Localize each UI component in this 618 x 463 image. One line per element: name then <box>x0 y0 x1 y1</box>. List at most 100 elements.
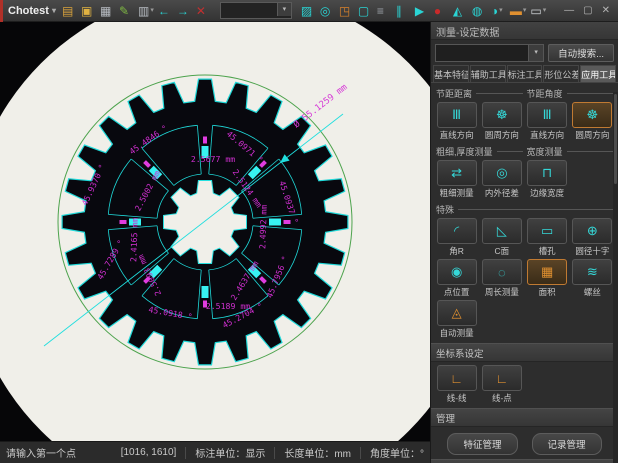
tool-circle-cross[interactable]: ⊕圆径十字 <box>571 218 614 257</box>
feature-manage-button[interactable]: 特征管理 <box>447 433 517 455</box>
tool-perimeter-measure[interactable]: ◌周长测量 <box>480 259 523 298</box>
tool-chamfer[interactable]: ◺C面 <box>480 218 523 257</box>
tool-label: 边缘宽度 <box>530 187 564 199</box>
feature-combobox[interactable]: ▾ <box>435 44 544 62</box>
app-menu-button[interactable]: Chotest ▾ <box>8 5 56 17</box>
minimize-button[interactable]: — <box>564 5 574 16</box>
compare-tool-icon[interactable]: ◍ <box>472 3 487 19</box>
app-title: Chotest <box>8 5 49 17</box>
list-icon[interactable]: ≡ <box>377 3 392 19</box>
width-measure-marker <box>120 220 127 224</box>
circle-cross-icon: ⊕ <box>572 218 612 244</box>
chevron-down-icon[interactable]: ▾ <box>528 45 543 61</box>
manage-buttons-row: 特征管理记录管理 <box>435 433 614 455</box>
spline-bore <box>164 181 247 264</box>
auto-search-button[interactable]: 自动搜索... <box>548 44 614 62</box>
redo-icon[interactable]: → <box>177 3 192 19</box>
record-manage-button[interactable]: 记录管理 <box>532 433 602 455</box>
section-header-thickness: 粗细,厚度测量 宽度测量 <box>436 145 613 158</box>
panel-tab-4[interactable]: 形位公差 <box>543 65 579 82</box>
cursor-coordinates: [1016, 1610] <box>121 447 177 458</box>
tool-pitch-angle-circular[interactable]: ☸圆周方向 <box>571 102 614 141</box>
tool-axis-line-point[interactable]: ∟线-点 <box>480 365 523 404</box>
tool-label: C面 <box>495 245 510 257</box>
tool-thickness-measure[interactable]: ⇄粗细测量 <box>435 160 478 199</box>
magnifier-icon[interactable]: ◎ <box>320 3 335 19</box>
keyboard-icon[interactable]: ▭▾ <box>530 3 546 19</box>
undo-icon[interactable]: ← <box>158 3 173 19</box>
delete-icon[interactable]: ✕ <box>196 3 211 19</box>
slot-hole-icon: ▭ <box>527 218 567 244</box>
perimeter-measure-icon: ◌ <box>482 259 522 285</box>
tool-inner-outer-diameter[interactable]: ◎内外径差 <box>480 160 523 199</box>
tool-label: 粗细测量 <box>440 187 474 199</box>
status-bar: 请输入第一个点 [1016, 1610] 标注单位：显示 长度单位：mm 角度单… <box>0 441 430 463</box>
toolbar-file-group: ▤▣▦✎▥▾←→✕ <box>60 3 213 19</box>
measure-tool-icon[interactable]: ◭ <box>453 3 468 19</box>
tool-screw-thread[interactable]: ≋螺丝 <box>571 259 614 298</box>
tool-pitch-distance-linear[interactable]: Ⅲ直线方向 <box>435 102 478 141</box>
close-button[interactable]: ✕ <box>602 5 610 16</box>
spoke-edge-highlight <box>269 219 281 226</box>
corner-radius-icon: ◜ <box>437 218 477 244</box>
screw-thread-icon: ≋ <box>572 259 612 285</box>
maximize-button[interactable]: ▢ <box>583 5 592 16</box>
panel-tab-2[interactable]: 辅助工具 <box>470 65 506 82</box>
tool-pitch-distance-circular[interactable]: ☸圆周方向 <box>480 102 523 141</box>
chevron-down-icon: ▾ <box>52 6 56 15</box>
tool-label: 角R <box>449 245 464 257</box>
save-icon[interactable]: ▦ <box>100 3 115 19</box>
width-measurement-label: 2.4165 mm <box>128 217 140 262</box>
panel-scrollbar[interactable] <box>613 92 618 463</box>
status-hint: 请输入第一个点 <box>6 445 76 460</box>
tool-slot-hole[interactable]: ▭槽孔 <box>526 218 569 257</box>
camera-viewport[interactable]: 2.5677 mm2.5002 mm2.4165 mm2.5093 mm2.51… <box>0 22 430 441</box>
tool-corner-radius[interactable]: ◜角R <box>435 218 478 257</box>
panel-tab-1[interactable]: 基本特征 <box>433 65 469 82</box>
width-measurement-label: 2.4992 mm <box>257 204 269 249</box>
rotate-tool-icon[interactable]: ◑▾ <box>491 3 506 19</box>
region-select-icon[interactable]: ◳ <box>339 3 354 19</box>
open-folder-icon[interactable]: ▣ <box>81 3 96 19</box>
tool-area[interactable]: ▦面积 <box>526 259 569 298</box>
layers-icon[interactable]: ▬▾ <box>510 3 527 19</box>
chevron-down-icon[interactable]: ▾ <box>277 3 291 16</box>
tool-label: 圆周方向 <box>485 129 519 141</box>
length-unit: 长度单位：mm <box>284 445 351 460</box>
area-icon: ▦ <box>527 259 567 285</box>
pitch-angle-linear-icon: Ⅲ <box>527 102 567 128</box>
new-part-icon[interactable]: ▤ <box>62 3 77 19</box>
scale-bars-icon[interactable]: ∥ <box>396 3 411 19</box>
tool-edge-width[interactable]: ⊓边缘宽度 <box>526 160 569 199</box>
measurement-panel: 测量-设定数据 ▾ 自动搜索... 基本特征辅助工具标注工具形位公差应用工具 节… <box>430 22 618 463</box>
main-toolbar: Chotest ▾ ▤▣▦✎▥▾←→✕ ▾ ▨◎◳▢≡∥▶●◭◍◑▾▬▾▭▾ —… <box>0 0 618 22</box>
tool-label: 槽孔 <box>539 245 556 257</box>
save-as-icon[interactable]: ▥▾ <box>138 3 154 19</box>
toolbar-combobox[interactable]: ▾ <box>220 2 292 19</box>
tool-pitch-angle-linear[interactable]: Ⅲ直线方向 <box>526 102 569 141</box>
edge-width-icon: ⊓ <box>527 160 567 186</box>
angle-unit: 角度单位：° <box>370 445 424 460</box>
tool-point-position[interactable]: ◉点位置 <box>435 259 478 298</box>
annotation-unit: 标注单位：显示 <box>195 445 265 460</box>
toolbar-tools-group: ▨◎◳▢≡∥▶●◭◍◑▾▬▾▭▾ <box>299 3 548 19</box>
gear-measurement-scene: 2.5677 mm2.5002 mm2.4165 mm2.5093 mm2.51… <box>0 22 430 441</box>
panel-tabs: 基本特征辅助工具标注工具形位公差应用工具 <box>431 65 618 82</box>
chamfer-icon: ◺ <box>482 218 522 244</box>
width-measure-marker <box>203 137 207 144</box>
panel-tab-3[interactable]: 标注工具 <box>507 65 543 82</box>
tool-axis-line-line[interactable]: ∟线-线 <box>435 365 478 404</box>
tool-auto-measure[interactable]: ◬自动测量 <box>435 300 478 339</box>
run-icon[interactable]: ▶ <box>415 3 430 19</box>
section-header-manage: 管理 <box>431 408 618 427</box>
panel-tab-5[interactable]: 应用工具 <box>580 65 616 82</box>
record-icon[interactable]: ● <box>434 3 449 19</box>
pitch-distance-circular-icon: ☸ <box>482 102 522 128</box>
image-capture-icon[interactable]: ▨ <box>301 3 316 19</box>
axis-line-point-icon: ∟ <box>482 365 522 391</box>
panel-title: 测量-设定数据 <box>431 22 618 40</box>
tool-label: 内外径差 <box>485 187 519 199</box>
spoke-edge-highlight <box>202 286 209 298</box>
display-icon[interactable]: ▢ <box>358 3 373 19</box>
edit-program-icon[interactable]: ✎ <box>119 3 134 19</box>
